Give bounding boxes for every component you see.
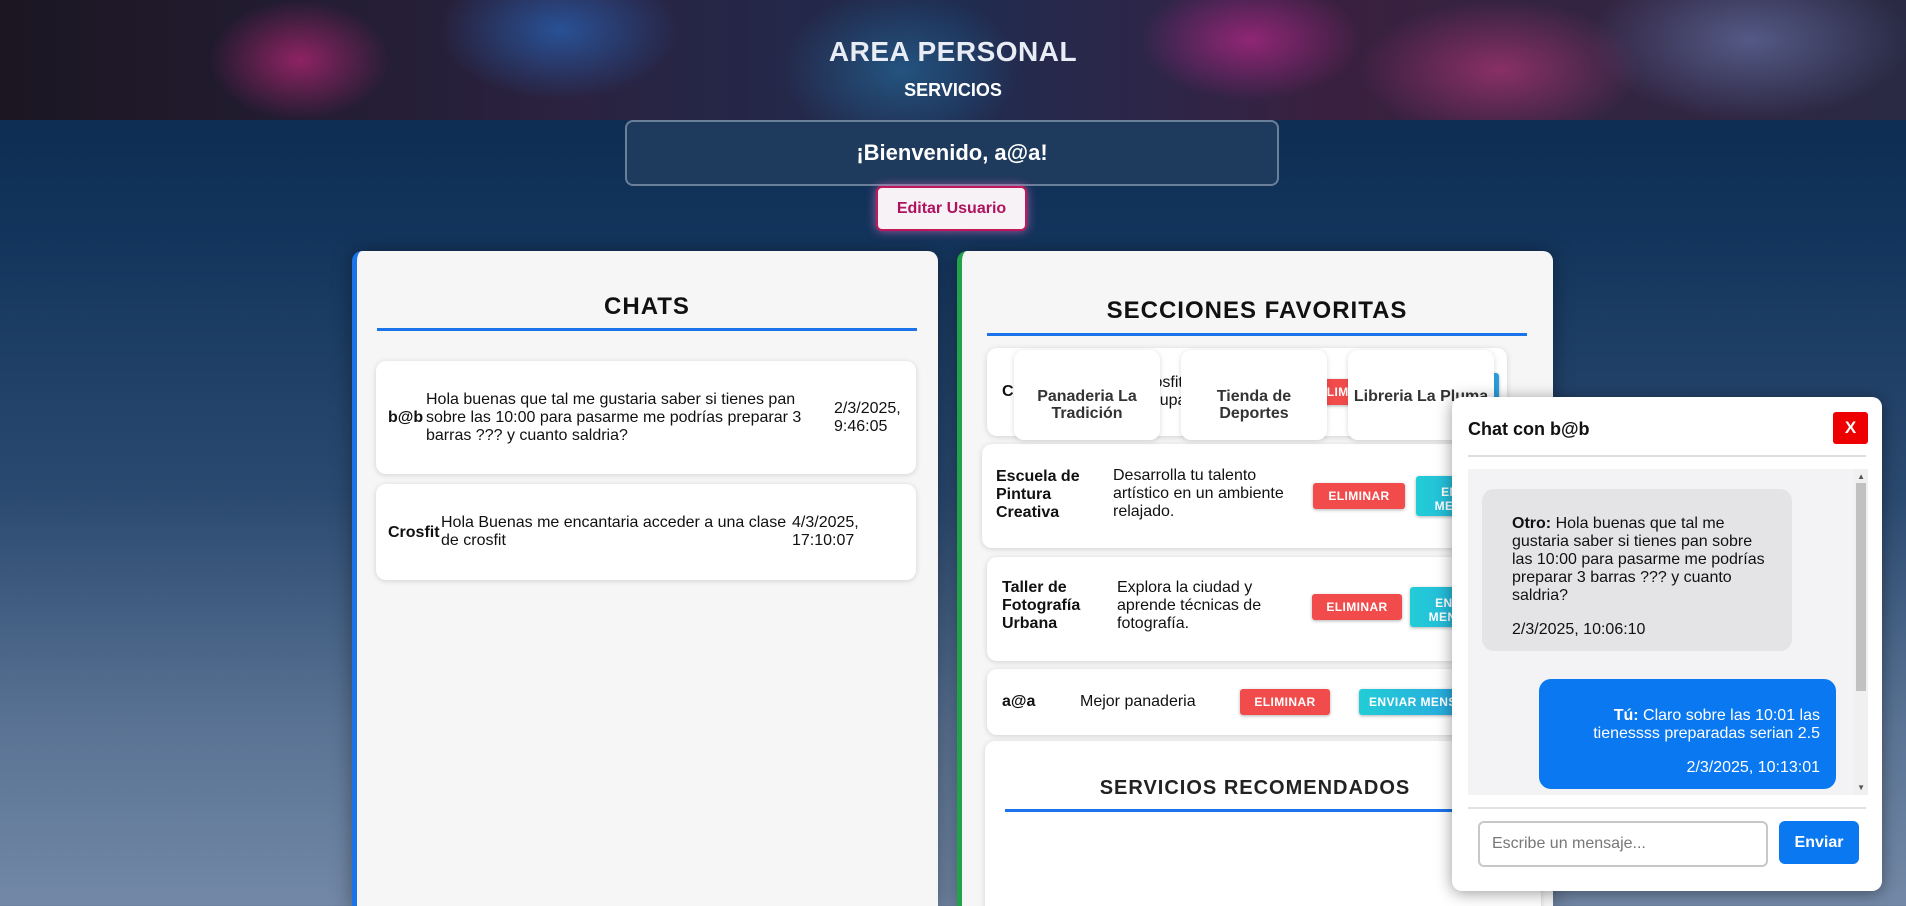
recommended-title-underline xyxy=(1005,809,1515,812)
page-title: AREA PERSONAL xyxy=(828,36,1078,67)
delete-favorite-button[interactable]: ELIMINAR xyxy=(1240,689,1330,715)
chat-window-divider xyxy=(1468,455,1866,457)
favorite-description: Mejor panaderia xyxy=(1080,693,1196,710)
received-message: Otro: Hola buenas que tal me gustaria sa… xyxy=(1482,489,1792,651)
welcome-banner: ¡Bienvenido, a@a! xyxy=(625,120,1279,186)
favorite-item: Escuela de Pintura Creativa Desarrolla t… xyxy=(982,444,1522,548)
chat-name: Crosfit xyxy=(388,524,440,541)
chat-list-item[interactable]: Crosfit Hola Buenas me encantaria accede… xyxy=(376,484,916,580)
favorite-name: a@a xyxy=(1002,693,1036,710)
send-button[interactable]: Enviar xyxy=(1779,821,1859,864)
chat-window: Chat con b@b X Otro: Hola buenas que tal… xyxy=(1452,397,1882,891)
recommended-card[interactable]: Panaderia La Tradición xyxy=(1014,350,1160,440)
messages-scrollbar[interactable]: ▲ ▼ xyxy=(1854,469,1868,795)
chat-name: b@b xyxy=(388,409,424,426)
favorites-title: SECCIONES FAVORITAS xyxy=(1106,297,1408,324)
favorite-name: Escuela de Pintura Creativa xyxy=(996,468,1080,521)
message-body: Otro: Hola buenas que tal me gustaria sa… xyxy=(1512,515,1776,605)
sent-message: Tú: Claro sobre las 10:01 las tienessss … xyxy=(1539,679,1836,789)
chat-messages-area[interactable]: Otro: Hola buenas que tal me gustaria sa… xyxy=(1468,469,1868,795)
recommended-card[interactable]: Tienda de Deportes xyxy=(1181,350,1327,440)
chats-panel: CHATS b@b Hola buenas que tal me gustari… xyxy=(352,251,938,906)
chat-date: 4/3/2025, 17:10:07 xyxy=(792,514,859,549)
delete-favorite-button[interactable]: ELIMINAR xyxy=(1312,594,1402,620)
message-input[interactable] xyxy=(1478,821,1768,867)
favorite-name: Taller de Fotografía Urbana xyxy=(1002,579,1081,632)
favorite-item: a@a Mejor panaderia ELIMINAR ENVIAR MENS… xyxy=(987,669,1517,735)
message-date: 2/3/2025, 10:06:10 xyxy=(1512,621,1646,638)
favorite-description: Explora la ciudad y aprende técnicas de … xyxy=(1117,579,1262,632)
edit-user-button[interactable]: Editar Usuario xyxy=(876,186,1027,231)
chat-window-title: Chat con b@b xyxy=(1468,419,1590,439)
chat-list-item[interactable]: b@b Hola buenas que tal me gustaria sabe… xyxy=(376,361,916,474)
favorites-title-underline xyxy=(987,333,1527,336)
message-body: Tú: Claro sobre las 10:01 las tienessss … xyxy=(1555,707,1820,743)
chats-title-underline xyxy=(377,328,917,331)
chat-last-message: Hola Buenas me encantaria acceder a una … xyxy=(441,514,787,549)
message-sender: Otro: xyxy=(1512,515,1552,532)
chat-input-divider xyxy=(1468,807,1866,809)
scroll-up-icon[interactable]: ▲ xyxy=(1857,472,1865,481)
message-sender: Tú: xyxy=(1613,707,1639,724)
message-date: 2/3/2025, 10:13:01 xyxy=(1686,759,1820,776)
delete-favorite-button[interactable]: ELIMINAR xyxy=(1313,483,1405,509)
page-subtitle: SERVICIOS xyxy=(904,80,1002,100)
chat-last-message: Hola buenas que tal me gustaria saber si… xyxy=(426,391,802,444)
favorite-description: Desarrolla tu talento artístico en un am… xyxy=(1113,467,1284,520)
recommended-title: SERVICIOS RECOMENDADOS xyxy=(1099,777,1411,799)
chats-title: CHATS xyxy=(604,293,690,320)
close-chat-button[interactable]: X xyxy=(1833,412,1868,444)
chat-date: 2/3/2025, 9:46:05 xyxy=(834,400,901,435)
scroll-down-icon[interactable]: ▼ xyxy=(1857,783,1865,792)
scrollbar-thumb[interactable] xyxy=(1856,483,1866,691)
header-banner: AREA PERSONAL SERVICIOS xyxy=(0,0,1906,120)
favorite-item: Taller de Fotografía Urbana Explora la c… xyxy=(987,557,1517,661)
